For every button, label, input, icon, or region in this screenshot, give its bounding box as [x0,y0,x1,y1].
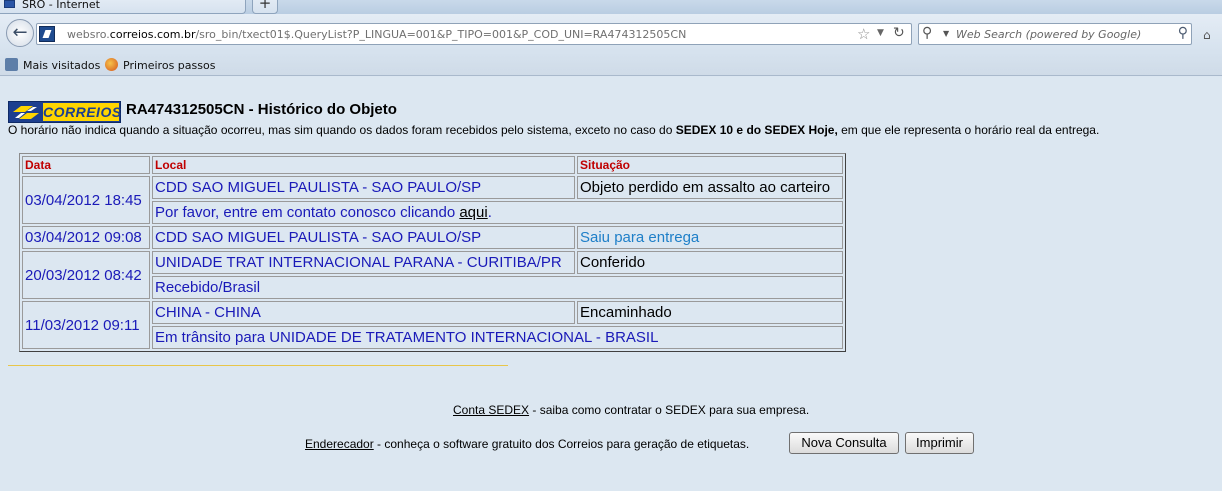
notice-text-end: em que ele representa o horário real da … [837,123,1100,137]
tab-strip: SRO - Internet + [0,0,1222,14]
firefox-icon [105,58,118,71]
new-query-button[interactable]: Nova Consulta [789,432,899,454]
table-row: 11/03/2012 09:11 CHINA - CHINA Encaminha… [22,301,843,349]
bookmark-label: Primeiros passos [123,59,216,72]
bookmarks-folder-icon [5,58,18,71]
search-engine-dropdown-icon[interactable]: ▼ [943,29,949,38]
cell-detail: Por favor, entre em contato conosco clic… [152,201,843,224]
site-favicon-icon [4,0,15,8]
search-engine-icon[interactable]: ⚲ [922,25,932,41]
url-subdomain: websro. [67,28,110,41]
bookmark-mais-visitados[interactable]: Mais visitados [5,58,100,72]
column-header-status: Situação [577,156,843,174]
correios-mark-icon [13,106,39,119]
url-text[interactable]: websro.correios.com.br/sro_bin/txect01$.… [67,28,686,41]
table-row: 20/03/2012 08:42 UNIDADE TRAT INTERNACIO… [22,251,843,299]
cell-date: 11/03/2012 09:11 [22,301,150,349]
cell-local: CDD SAO MIGUEL PAULISTA - SAO PAULO/SP [152,226,575,249]
logo-wordmark: CORREIOS [43,103,122,121]
navigation-toolbar: ← websro.correios.com.br/sro_bin/txect01… [0,14,1222,52]
bookmark-star-icon[interactable]: ☆ [857,25,870,43]
enderecador-info-text: - conheça o software gratuito dos Correi… [373,437,750,451]
column-header-date: Data [22,156,150,174]
cell-status: Conferido [577,251,843,274]
url-path: /sro_bin/txect01$.QueryList?P_LINGUA=001… [195,28,687,41]
detail-text: Por favor, entre em contato conosco clic… [155,204,460,221]
home-icon[interactable]: ⌂ [1203,28,1211,42]
search-bar[interactable]: ⚲ ▼ Web Search (powered by Google) ⚲ [918,23,1192,45]
sedex-info-text: - saiba como contratar o SEDEX para sua … [529,403,810,417]
conta-sedex-link[interactable]: Conta SEDEX [453,403,529,417]
sedex-info: Conta SEDEX - saiba como contratar o SED… [453,403,809,417]
cell-detail: Em trânsito para UNIDADE DE TRATAMENTO I… [152,326,843,349]
contact-link[interactable]: aqui [459,204,487,221]
table-row: 03/04/2012 09:08 CDD SAO MIGUEL PAULISTA… [22,226,843,249]
table-header-row: Data Local Situação [22,156,843,174]
url-domain: correios.com.br [109,28,196,41]
notice-bold-text: SEDEX 10 e do SEDEX Hoje, [675,123,838,137]
cell-detail: Recebido/Brasil [152,276,843,299]
tracking-history-table: Data Local Situação 03/04/2012 18:45 CDD… [19,153,846,352]
page-content: CORREIOS RA474312505CN - Histórico do Ob… [0,77,1222,491]
cell-date: 03/04/2012 09:08 [22,226,150,249]
reload-icon[interactable]: ↻ [893,25,905,41]
timing-notice: O horário não indica quando a situação o… [8,123,1099,137]
cell-local: CDD SAO MIGUEL PAULISTA - SAO PAULO/SP [152,176,575,199]
site-identity-icon[interactable] [39,26,55,42]
separator-line [8,365,508,366]
cell-date: 03/04/2012 18:45 [22,176,150,224]
back-button[interactable]: ← [6,19,34,47]
url-history-dropdown-icon[interactable]: ▼ [877,28,884,38]
bookmarks-toolbar: Mais visitados Primeiros passos [0,52,1222,76]
cell-local: CHINA - CHINA [152,301,575,324]
bookmark-label: Mais visitados [23,59,101,72]
search-placeholder[interactable]: Web Search (powered by Google) [956,28,1141,41]
page-title: RA474312505CN - Histórico do Objeto [126,101,397,118]
table-row: 03/04/2012 18:45 CDD SAO MIGUEL PAULISTA… [22,176,843,224]
bookmark-primeiros-passos[interactable]: Primeiros passos [105,58,215,72]
detail-text-end: . [487,204,492,221]
correios-logo: CORREIOS [8,101,121,123]
notice-text: O horário não indica quando a situação o… [8,123,676,137]
cell-status: Saiu para entrega [577,226,843,249]
address-bar[interactable]: websro.correios.com.br/sro_bin/txect01$.… [36,23,912,45]
cell-status: Encaminhado [577,301,843,324]
cell-status: Objeto perdido em assalto ao carteiro [577,176,843,199]
cell-local: UNIDADE TRAT INTERNACIONAL PARANA - CURI… [152,251,575,274]
print-button[interactable]: Imprimir [905,432,974,454]
column-header-local: Local [152,156,575,174]
enderecador-link[interactable]: Enderecador [305,437,374,451]
cell-date: 20/03/2012 08:42 [22,251,150,299]
browser-tab[interactable]: SRO - Internet [0,0,246,14]
new-tab-button[interactable]: + [252,0,278,14]
back-arrow-icon: ← [12,22,28,43]
search-go-icon[interactable]: ⚲ [1178,25,1188,41]
enderecador-info: Enderecador - conheça o software gratuit… [305,437,749,451]
tab-title: SRO - Internet [22,0,100,11]
